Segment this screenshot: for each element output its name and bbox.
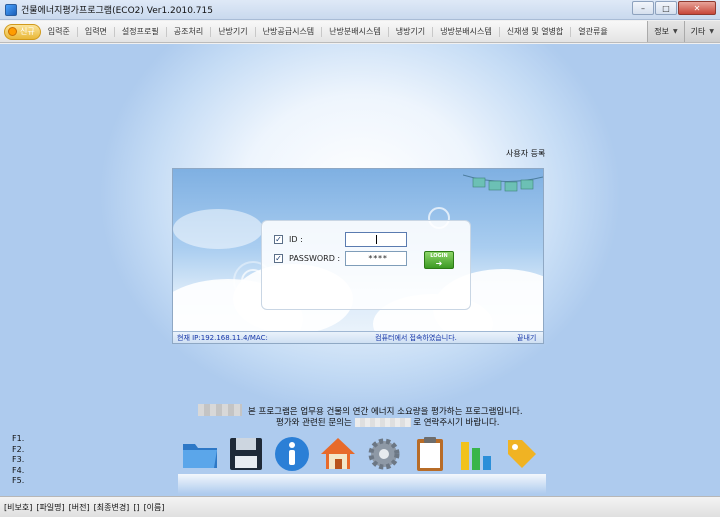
connection-status: 현재 IP:192.168.11.4/MAC: 컴퓨터에서 접속하였습니다. 끝…	[173, 331, 543, 343]
cloud-decoration	[173, 209, 263, 249]
chevron-down-icon: ▼	[709, 28, 714, 35]
menu-etc-label: 기타	[690, 27, 706, 36]
password-input[interactable]: ****	[345, 251, 407, 266]
bar-chart-icon[interactable]	[456, 434, 496, 474]
login-form: ✓ ID : ✓ PASSWORD : **** LOGIN ➜	[261, 220, 471, 310]
clipboard-icon[interactable]	[410, 434, 450, 474]
menu-bar: 신규 입력준 입력면 설정프로필 공조처리 난방기기 난방공급시스템 난방분배시…	[0, 21, 720, 43]
id-checkbox[interactable]: ✓	[274, 235, 283, 244]
window-title: 건물에너지평가프로그램(ECO2) Ver1.2010.715	[21, 6, 213, 16]
status-filename: [파일명]	[36, 502, 65, 512]
password-label: PASSWORD :	[289, 254, 341, 263]
status-name: [이름]	[143, 502, 165, 512]
menu-item[interactable]: 설정프로필	[115, 26, 167, 37]
login-panel: ✓ ID : ✓ PASSWORD : **** LOGIN ➜ 현재 IP:1…	[172, 168, 544, 344]
status-bar: [비보호] [파일명] [버전] [최종변경] [] [이름]	[0, 496, 720, 517]
info-icon[interactable]	[272, 434, 312, 474]
menu-info-label: 정보	[654, 27, 670, 36]
login-button[interactable]: LOGIN ➜	[424, 251, 454, 269]
password-checkbox[interactable]: ✓	[274, 254, 283, 263]
app-icon	[5, 3, 17, 16]
menu-item[interactable]: 신재생 및 열병합	[500, 26, 572, 37]
status-last-modified: [최종변경]	[93, 502, 130, 512]
menu-new-label: 신규	[20, 27, 35, 36]
status-protection: [비보호]	[4, 502, 33, 512]
id-label: ID :	[289, 235, 303, 244]
fkey-label: F4.	[12, 465, 25, 475]
menu-item[interactable]: 냉방분배시스템	[433, 26, 500, 37]
window-controls: – □ ✕	[632, 1, 716, 15]
redacted-text	[198, 404, 242, 416]
menu-info[interactable]: 정보 ▼	[647, 21, 684, 42]
folder-icon[interactable]	[180, 434, 220, 474]
fkey-label: F2.	[12, 444, 25, 454]
menu-item[interactable]: 난방기기	[211, 26, 256, 37]
maximize-button[interactable]: □	[655, 1, 677, 15]
clothesline-decoration	[463, 174, 543, 192]
id-row: ✓ ID :	[274, 235, 303, 244]
contact-description: 평가와 관련된 문의는 로 연락주시기 바랍니다.	[276, 416, 500, 428]
menu-item[interactable]: 공조처리	[167, 26, 212, 37]
exit-link[interactable]: 끝내기	[517, 333, 536, 343]
dock	[178, 430, 546, 494]
sun-icon	[8, 27, 17, 36]
status-empty: []	[133, 502, 140, 512]
function-keys: F1. F2. F3. F4. F5.	[12, 434, 24, 487]
home-icon[interactable]	[318, 434, 358, 474]
arrow-right-icon: ➜	[435, 259, 443, 268]
text-caret	[376, 235, 377, 244]
tag-icon[interactable]	[500, 434, 540, 474]
menu-item[interactable]: 입력준	[41, 26, 78, 37]
connection-message: 컴퓨터에서 접속하였습니다.	[375, 333, 457, 342]
password-row: ✓ PASSWORD :	[274, 254, 340, 263]
save-icon[interactable]	[226, 434, 266, 474]
menu-item[interactable]: 냉방기기	[389, 26, 434, 37]
title-bar: 건물에너지평가프로그램(ECO2) Ver1.2010.715 – □ ✕	[0, 0, 720, 20]
fkey-label: F1.	[12, 434, 25, 443]
ip-address: 현재 IP:192.168.11.4/MAC:	[177, 333, 268, 342]
dock-shelf	[178, 474, 546, 494]
contact-description-b: 로 연락주시기 바랍니다.	[413, 418, 500, 428]
minimize-button[interactable]: –	[632, 1, 654, 15]
close-button[interactable]: ✕	[678, 1, 716, 15]
contact-description-a: 평가와 관련된 문의는	[276, 418, 352, 428]
status-version: [버전]	[68, 502, 90, 512]
main-area: 사용자 등록 ✓ ID : ✓ PASSWORD : **** LOGIN ➜ …	[0, 44, 720, 496]
menu-right: 정보 ▼ 기타 ▼	[647, 21, 720, 42]
register-user-link[interactable]: 사용자 등록	[506, 148, 545, 159]
gear-icon[interactable]	[364, 434, 404, 474]
fkey-label: F5.	[12, 476, 25, 485]
redacted-contact	[354, 418, 411, 427]
fkey-label: F3.	[12, 455, 25, 464]
id-input[interactable]	[345, 232, 407, 247]
chevron-down-icon: ▼	[673, 28, 678, 35]
menu-etc[interactable]: 기타 ▼	[683, 21, 720, 42]
menu-item[interactable]: 난방분배시스템	[322, 26, 389, 37]
menu-item[interactable]: 입력면	[78, 26, 115, 37]
menu-item[interactable]: 난방공급시스템	[256, 26, 323, 37]
menu-item[interactable]: 열관류율	[571, 27, 614, 37]
menu-new[interactable]: 신규	[4, 23, 41, 40]
